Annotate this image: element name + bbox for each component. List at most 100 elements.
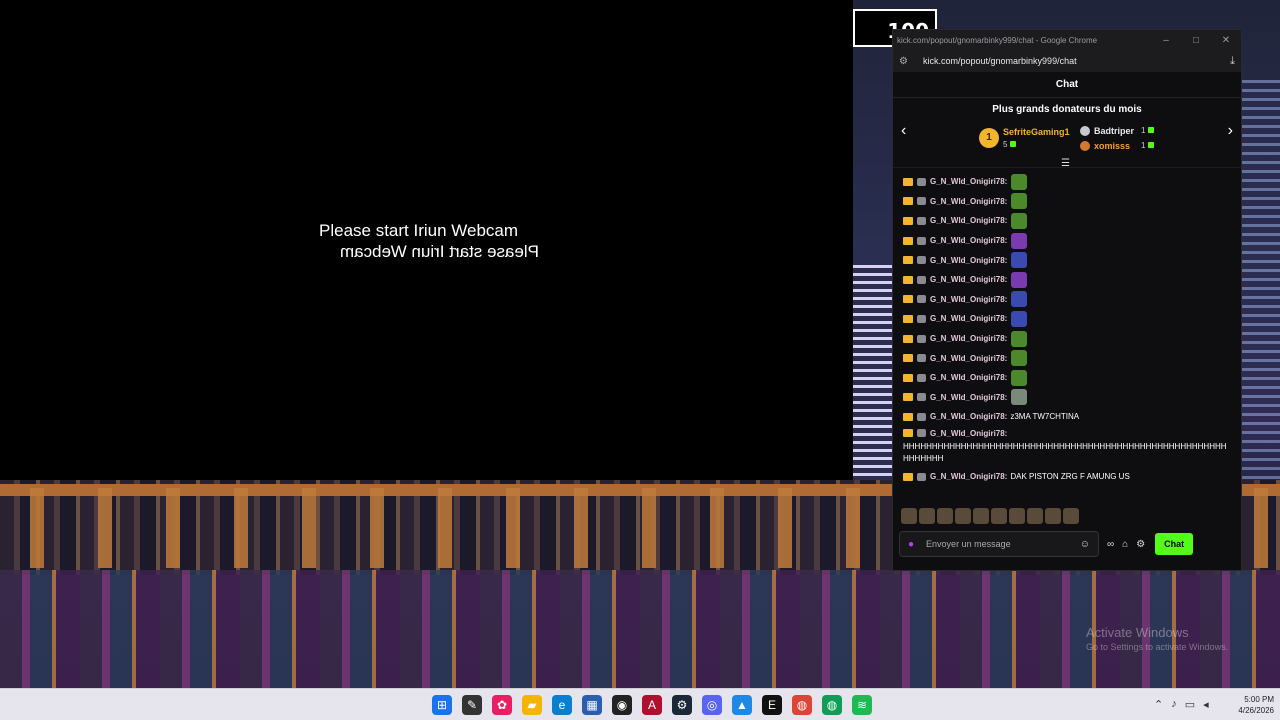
emote-button[interactable] (1063, 508, 1079, 524)
app-icon[interactable]: ◉ (612, 695, 632, 715)
emote-button[interactable] (1027, 508, 1043, 524)
chat-username[interactable]: G_N_Wld_Onigiri78: (930, 256, 1007, 265)
chat-message: G_N_Wld_Onigiri78: (903, 309, 1241, 329)
chat-username[interactable]: G_N_Wld_Onigiri78: (930, 197, 1007, 206)
maximize-button[interactable]: □ (1181, 35, 1211, 46)
webcam-message-mirrored: Please start Iriun Webcam (339, 242, 539, 261)
chat-message: G_N_Wld_Onigiri78: HHHHHHHHHHHHHHHHHHHHHH… (903, 427, 1241, 467)
spotify-icon[interactable]: ≋ (852, 695, 872, 715)
steam-icon[interactable]: ⚙ (672, 695, 692, 715)
emote-icon (1011, 291, 1028, 308)
send-chat-button[interactable]: Chat (1155, 533, 1194, 555)
chrome-window[interactable]: kick.com/popout/gnomarbinky999/chat - Go… (892, 29, 1242, 571)
close-button[interactable]: ✕ (1211, 35, 1241, 46)
minimize-button[interactable]: – (1151, 35, 1181, 46)
chat-username[interactable]: G_N_Wld_Onigiri78: (930, 472, 1007, 481)
donor-amount: 1 (1141, 126, 1155, 135)
chat-message: G_N_Wld_Onigiri78: (903, 211, 1241, 231)
chat-input[interactable]: ● Envoyer un message ☺ (899, 531, 1099, 557)
store-app-icon[interactable]: ▦ (582, 695, 602, 715)
chat-username[interactable]: G_N_Wld_Onigiri78: (930, 354, 1007, 363)
emote-button[interactable] (1045, 508, 1061, 524)
crown-icon (903, 334, 913, 343)
watermark-title: Activate Windows (1086, 625, 1189, 640)
title-bar[interactable]: kick.com/popout/gnomarbinky999/chat - Go… (893, 30, 1241, 50)
app-icon[interactable]: ✎ (462, 695, 482, 715)
badge-icon (917, 354, 926, 363)
chat-username[interactable]: G_N_Wld_Onigiri78: (930, 373, 1007, 382)
microphone-icon[interactable]: ♪ (1171, 698, 1177, 711)
chat-input-row: ● Envoyer un message ☺ ∞ ⌂ ⚙ Chat (893, 527, 1241, 561)
system-tray: ⌃ ♪ ▭ ◂ (1154, 698, 1209, 711)
app-icon[interactable]: ▲ (732, 695, 752, 715)
chat-username[interactable]: G_N_Wld_Onigiri78: (930, 429, 1007, 438)
crown-icon (903, 472, 913, 481)
chevron-up-icon[interactable]: ⌃ (1154, 698, 1163, 711)
quick-emote-bar[interactable] (893, 505, 1241, 527)
chat-message: G_N_Wld_Onigiri78: (903, 192, 1241, 212)
crown-icon (903, 236, 913, 245)
chat-username[interactable]: G_N_Wld_Onigiri78: (930, 295, 1007, 304)
emote-icon (1011, 193, 1028, 210)
network-icon[interactable]: ▭ (1185, 698, 1195, 711)
chat-username[interactable]: G_N_Wld_Onigiri78: (930, 216, 1007, 225)
emoji-icon[interactable]: ☺ (1080, 539, 1090, 550)
site-info-icon[interactable]: ⚙ (899, 56, 913, 67)
chat-username[interactable]: G_N_Wld_Onigiri78: (930, 412, 1007, 421)
copilot-icon[interactable]: ✿ (492, 695, 512, 715)
app-icon[interactable]: A (642, 695, 662, 715)
donor-amount: 1 (1141, 141, 1155, 150)
donor-name[interactable]: Badtriper (1094, 126, 1134, 136)
microphone-icon[interactable]: ● (908, 539, 914, 550)
webcam-preview-window[interactable]: Please start Iriun Webcam Please start I… (0, 0, 853, 480)
epic-games-icon[interactable]: E (762, 695, 782, 715)
collapse-icon[interactable]: ☰ (1061, 158, 1070, 169)
discord-icon[interactable]: ◎ (702, 695, 722, 715)
download-icon[interactable]: ⤓ (1230, 55, 1235, 68)
chrome-icon[interactable]: ◍ (792, 695, 812, 715)
emote-button[interactable] (919, 508, 935, 524)
address-bar[interactable]: ⚙ kick.com/popout/gnomarbinky999/chat ⤓ (893, 50, 1241, 72)
start-icon[interactable]: ⊞ (432, 695, 452, 715)
chevron-left-icon[interactable]: ‹ (901, 122, 906, 140)
chat-message: G_N_Wld_Onigiri78: (903, 250, 1241, 270)
emote-button[interactable] (937, 508, 953, 524)
emote-icon (1011, 310, 1028, 327)
chevron-right-icon[interactable]: › (1228, 122, 1233, 140)
edge-icon[interactable]: e (552, 695, 572, 715)
chat-username[interactable]: G_N_Wld_Onigiri78: (930, 236, 1007, 245)
emote-button[interactable] (901, 508, 917, 524)
emote-button[interactable] (973, 508, 989, 524)
donor-name[interactable]: xomisss (1094, 141, 1130, 151)
chrome-icon[interactable]: ◍ (822, 695, 842, 715)
file-explorer-icon[interactable]: ▰ (522, 695, 542, 715)
chat-username[interactable]: G_N_Wld_Onigiri78: (930, 275, 1007, 284)
emote-icon (1011, 212, 1028, 229)
chat-username[interactable]: G_N_Wld_Onigiri78: (930, 314, 1007, 323)
badge-icon (917, 412, 926, 421)
crown-icon (903, 256, 913, 265)
chat-messages[interactable]: G_N_Wld_Onigiri78: G_N_Wld_Onigiri78: G_… (893, 168, 1241, 505)
taskbar: ⊞ ✎ ✿ ▰ e ▦ ◉ A ⚙ ◎ ▲ E ◍ ◍ ≋ ⌃ ♪ ▭ ◂ 5:… (0, 688, 1280, 720)
badge-icon (917, 236, 926, 245)
emote-button[interactable] (991, 508, 1007, 524)
store-icon[interactable]: ⌂ (1122, 539, 1128, 550)
url-text[interactable]: kick.com/popout/gnomarbinky999/chat (913, 56, 1230, 66)
volume-icon[interactable]: ◂ (1203, 698, 1209, 711)
settings-icon[interactable]: ⚙ (1136, 539, 1145, 550)
chat-username[interactable]: G_N_Wld_Onigiri78: (930, 334, 1007, 343)
chat-message-text: HHHHHHHHHHHHHHHHHHHHHHHHHHHHHHHHHHHHHHHH… (903, 441, 1227, 463)
kicks-gem-icon (1148, 142, 1155, 148)
chat-message: G_N_Wld_Onigiri78: (903, 290, 1241, 310)
emote-button[interactable] (1009, 508, 1025, 524)
chat-message-text: DAK PISTON ZRG F AMUNG US (1010, 472, 1130, 482)
chat-message: G_N_Wld_Onigiri78: (903, 329, 1241, 349)
clock[interactable]: 5:00 PM 4/26/2026 (1234, 694, 1274, 716)
crown-icon (903, 197, 913, 206)
chat-input-placeholder[interactable]: Envoyer un message (926, 539, 1011, 549)
chat-username[interactable]: G_N_Wld_Onigiri78: (930, 177, 1007, 186)
chat-username[interactable]: G_N_Wld_Onigiri78: (930, 393, 1007, 402)
donor-name[interactable]: SefriteGaming1 (1003, 127, 1070, 137)
emote-button[interactable] (955, 508, 971, 524)
chat-tools-icon[interactable]: ∞ (1107, 539, 1114, 550)
